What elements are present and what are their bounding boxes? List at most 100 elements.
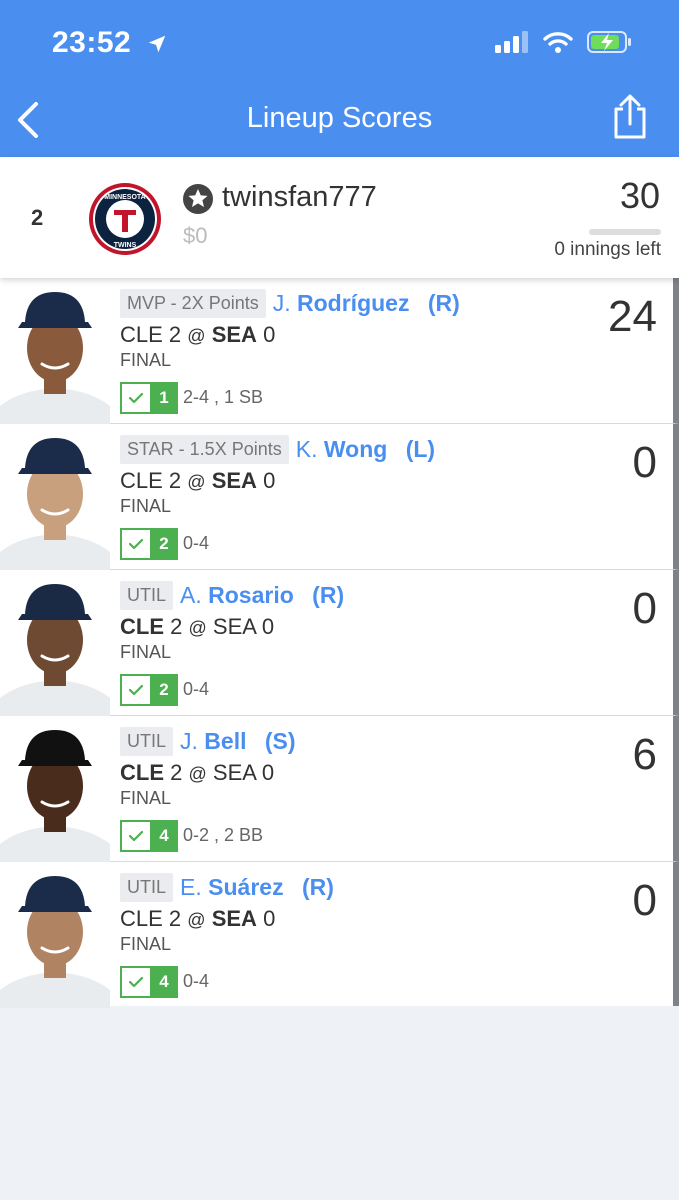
batting-hand: (L) [405, 435, 436, 462]
home-team: SEA [211, 322, 257, 347]
app-header: 23:52 Lineup Scores [0, 0, 679, 157]
player-initial: E. [180, 873, 202, 900]
home-score: 0 [263, 906, 276, 931]
game-score: CLE 2 @ SEA 0 [120, 468, 275, 494]
game-status: FINAL [120, 496, 172, 516]
player-stats: 0-4 [183, 679, 210, 699]
roster-slot-badge: STAR - 1.5X Points [120, 434, 289, 464]
battery-charging-icon [587, 31, 631, 53]
player-photo [0, 424, 110, 570]
player-row[interactable]: UTIL J. Bell (S) CLE 2 @ SEA 0 FINAL 4 0… [0, 716, 679, 862]
twins-logo: MINNESOTA TWINS [89, 183, 161, 255]
at-symbol: @ [188, 764, 207, 784]
game-score: CLE 2 @ SEA 0 [120, 614, 274, 640]
player-row[interactable]: UTIL A. Rosario (R) CLE 2 @ SEA 0 FINAL … [0, 570, 679, 716]
game-status: FINAL [120, 350, 172, 370]
player-points: 24 [608, 292, 657, 341]
at-symbol: @ [187, 910, 206, 930]
player-stats: 2-4 , 1 SB [183, 387, 264, 407]
batting-order-badge: 2 [120, 528, 178, 560]
player-points: 0 [632, 584, 657, 633]
player-last-name: Rodríguez [297, 289, 410, 316]
status-time: 23:52 [52, 26, 168, 60]
player-initial: J. [180, 727, 198, 754]
player-initial: A. [180, 581, 202, 608]
away-score: 2 [168, 468, 182, 493]
player-row[interactable]: UTIL E. Suárez (R) CLE 2 @ SEA 0 FINAL 4… [0, 862, 679, 1008]
innings-left: 0 innings left [554, 239, 661, 260]
player-last-name: Suárez [208, 873, 284, 900]
batting-order: 2 [150, 528, 178, 560]
away-team: CLE [120, 614, 164, 639]
username[interactable]: twinsfan777 [222, 181, 377, 214]
player-last-name: Wong [323, 435, 388, 462]
lineup-summary: 2 MINNESOTA TWINS twinsfan777 $0 30 0 in… [0, 157, 679, 278]
home-score: 0 [261, 614, 275, 639]
player-points: 0 [632, 876, 657, 925]
clock-text: 23:52 [52, 26, 132, 59]
home-team: SEA [211, 906, 257, 931]
player-list: MVP - 2X Points J. Rodríguez (R) CLE 2 @… [0, 278, 679, 1008]
star-badge-icon [183, 184, 213, 214]
page-title: Lineup Scores [246, 102, 433, 134]
logo-text-top: MINNESOTA [104, 194, 145, 201]
player-name[interactable]: E. Suárez (R) [180, 874, 334, 901]
player-points: 0 [632, 438, 657, 487]
player-initial: K. [295, 435, 318, 462]
share-icon [614, 94, 646, 139]
player-initial: J. [272, 289, 291, 316]
home-team: SEA [212, 614, 256, 639]
player-photo [0, 716, 110, 862]
player-stats: 0-4 [183, 971, 210, 991]
away-score: 2 [168, 322, 182, 347]
checkmark-icon [128, 538, 144, 550]
player-photo [0, 570, 110, 716]
player-points: 6 [632, 730, 657, 779]
game-status: FINAL [120, 788, 172, 808]
share-button[interactable] [610, 94, 650, 140]
player-name[interactable]: A. Rosario (R) [180, 582, 344, 609]
batting-hand: (R) [301, 873, 334, 900]
home-score: 0 [263, 468, 276, 493]
at-symbol: @ [188, 618, 207, 638]
batting-order-badge: 4 [120, 966, 178, 998]
logo-text-bottom: TWINS [114, 242, 137, 249]
batting-hand: (R) [312, 581, 345, 608]
prize-amount: $0 [183, 223, 208, 248]
home-team: SEA [212, 760, 256, 785]
roster-slot-badge: UTIL [120, 872, 174, 902]
home-score: 0 [263, 322, 276, 347]
batting-order: 4 [150, 820, 178, 852]
away-team: CLE [120, 760, 164, 785]
batting-order-badge: 2 [120, 674, 178, 706]
cellular-signal-icon [495, 31, 528, 53]
rank: 2 [31, 205, 44, 230]
player-name[interactable]: J. Rodríguez (R) [273, 290, 460, 317]
home-team: SEA [211, 468, 257, 493]
player-row[interactable]: MVP - 2X Points J. Rodríguez (R) CLE 2 @… [0, 278, 679, 424]
game-status: FINAL [120, 934, 172, 954]
away-score: 2 [170, 760, 183, 785]
batting-hand: (S) [264, 727, 296, 754]
game-status: FINAL [120, 642, 172, 662]
player-stats: 0-2 , 2 BB [183, 825, 264, 845]
batting-hand: (R) [427, 289, 460, 316]
home-score: 0 [261, 760, 275, 785]
game-score: CLE 2 @ SEA 0 [120, 760, 274, 786]
away-team: CLE [120, 322, 163, 347]
player-photo [0, 862, 110, 1008]
player-row[interactable]: STAR - 1.5X Points K. Wong (L) CLE 2 @ S… [0, 424, 679, 570]
total-score: 30 [619, 175, 660, 216]
batting-order: 2 [150, 674, 178, 706]
player-name[interactable]: K. Wong (L) [296, 436, 435, 463]
away-team: CLE [120, 906, 163, 931]
checkmark-icon [128, 392, 144, 404]
batting-order-badge: 1 [120, 382, 178, 414]
away-score: 2 [168, 906, 182, 931]
player-name[interactable]: J. Bell (S) [180, 728, 296, 755]
status-icons [495, 30, 633, 54]
batting-order-badge: 4 [120, 820, 178, 852]
innings-progress-bar [589, 229, 661, 235]
checkmark-icon [128, 830, 144, 842]
batting-order: 4 [150, 966, 178, 998]
